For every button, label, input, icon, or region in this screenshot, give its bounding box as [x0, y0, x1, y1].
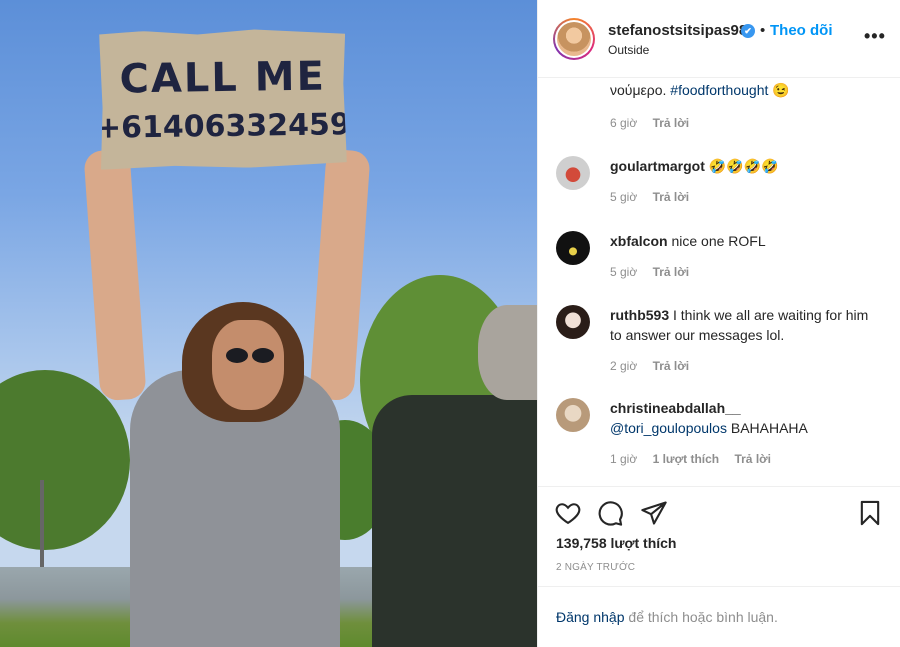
comment-text: goulartmargot 🤣🤣🤣🤣 — [610, 156, 880, 176]
commenter-avatar[interactable] — [556, 156, 590, 190]
separator-dot: • — [760, 22, 766, 39]
comment-time[interactable]: 5 giờ — [610, 265, 637, 279]
mention-link[interactable]: @tori_goulopoulos — [610, 420, 727, 436]
login-prompt: Đăng nhập để thích hoặc bình luận. — [538, 586, 900, 647]
commenter-avatar[interactable] — [556, 305, 590, 339]
comment-text: ruthb593 I think we all are waiting for … — [610, 305, 880, 345]
comment-time[interactable]: 6 giờ — [610, 116, 637, 130]
older-man-jacket — [372, 395, 537, 647]
reply-button[interactable]: Trả lời — [653, 190, 690, 204]
reply-button[interactable]: Trả lời — [653, 265, 690, 279]
comment-meta: 6 giờ Trả lời — [610, 116, 701, 130]
comment-partial-text: νούμερο. — [610, 82, 667, 98]
heart-icon[interactable] — [554, 499, 582, 527]
comment-body: BAHAHAHA — [730, 420, 808, 436]
more-options-icon[interactable]: ••• — [864, 26, 886, 47]
comments-list[interactable]: νούμερο. #foodforthought 😉 6 giờ Trả lời… — [538, 78, 900, 486]
comment-username[interactable]: goulartmargot — [610, 158, 705, 174]
comment-meta: 1 giờ 1 lượt thích Trả lời — [610, 452, 783, 466]
post-photo[interactable]: CALL ME +61406332459 — [0, 0, 537, 647]
hashtag-link[interactable]: #foodforthought — [670, 82, 768, 98]
bookmark-icon[interactable] — [856, 499, 884, 527]
commenter-avatar[interactable] — [556, 398, 590, 432]
comment-time[interactable]: 5 giờ — [610, 190, 637, 204]
comment-body: nice one ROFL — [671, 233, 766, 249]
comment-time[interactable]: 2 giờ — [610, 359, 637, 373]
comment-time[interactable]: 1 giờ — [610, 452, 637, 466]
author-username[interactable]: stefanostsitsipas98 — [608, 22, 747, 39]
left-arm — [83, 148, 147, 402]
reply-button[interactable]: Trả lời — [653, 359, 690, 373]
comment-meta: 2 giờ Trả lời — [610, 359, 701, 373]
comment-body: 🤣🤣🤣🤣 — [708, 158, 779, 174]
verified-badge-icon: ✔ — [741, 24, 755, 38]
like-count[interactable]: 139,758 lượt thích — [556, 535, 676, 551]
comment-username[interactable]: xbfalcon — [610, 233, 668, 249]
comment-text: xbfalcon nice one ROFL — [610, 231, 880, 251]
sign-text-line1: CALL ME — [119, 53, 327, 102]
comment-meta: 5 giờ Trả lời — [610, 265, 701, 279]
reply-button[interactable]: Trả lời — [653, 116, 690, 130]
post-header: stefanostsitsipas98 ✔ • Theo dõi Outside… — [538, 0, 900, 78]
avatar[interactable] — [553, 18, 595, 60]
wink-emoji: 😉 — [772, 82, 790, 98]
commenter-avatar[interactable] — [556, 231, 590, 265]
share-icon[interactable] — [640, 499, 668, 527]
comment-text: christineabdallah__ @tori_goulopoulos BA… — [610, 398, 880, 438]
comment-meta: 5 giờ Trả lời — [610, 190, 701, 204]
comment-text: νούμερο. #foodforthought 😉 — [610, 80, 880, 100]
post-actions: 139,758 lượt thích 2 NGÀY TRƯỚC — [538, 486, 900, 586]
comment-username[interactable]: ruthb593 — [610, 307, 669, 323]
post-sidebar: stefanostsitsipas98 ✔ • Theo dõi Outside… — [537, 0, 900, 647]
older-man-head — [478, 305, 537, 400]
cardboard-sign: CALL ME +61406332459 — [99, 28, 347, 169]
location-link[interactable]: Outside — [608, 43, 649, 57]
reply-button[interactable]: Trả lời — [734, 452, 771, 466]
comment-username[interactable]: christineabdallah__ — [610, 400, 741, 416]
sign-text-line2: +61406332459 — [95, 106, 351, 146]
sunglasses — [226, 348, 276, 364]
comment-icon[interactable] — [596, 499, 624, 527]
login-link[interactable]: Đăng nhập — [556, 609, 625, 625]
follow-button[interactable]: Theo dõi — [770, 22, 833, 39]
post-date[interactable]: 2 NGÀY TRƯỚC — [556, 562, 635, 573]
login-prompt-text: để thích hoặc bình luận. — [628, 609, 778, 625]
comment-likes[interactable]: 1 lượt thích — [653, 452, 720, 466]
